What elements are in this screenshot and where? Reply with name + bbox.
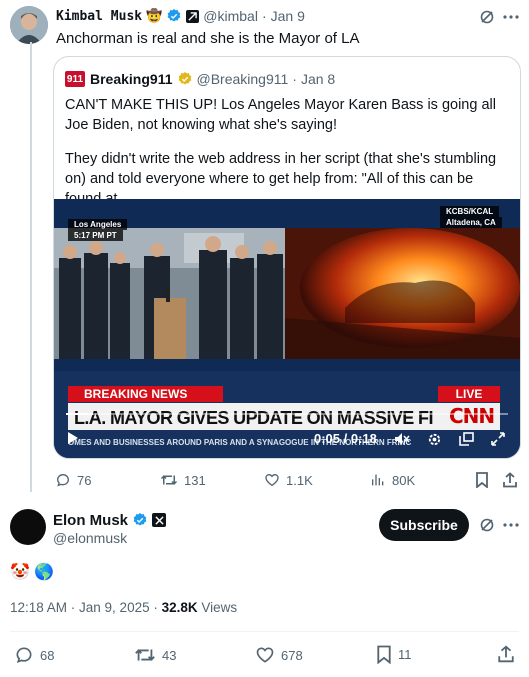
main-like-action[interactable]: 678: [255, 645, 303, 665]
breaking911-logo[interactable]: 911: [65, 71, 85, 87]
mute-icon[interactable]: [394, 431, 410, 447]
play-icon[interactable]: [66, 431, 80, 445]
views-count: 80K: [392, 472, 416, 488]
view-label: Views: [197, 600, 238, 615]
breaking-news-label: BREAKING NEWS: [68, 386, 223, 402]
main-repost-action[interactable]: 43: [134, 645, 176, 665]
quoted-tweet[interactable]: 911 Breaking911 @Breaking911 · Jan 8 CAN…: [53, 56, 521, 459]
tweet-meta: 12:18 AM · Jan 9, 2025 · 32.8K Views: [10, 600, 237, 615]
heart-icon: [265, 473, 279, 487]
kimbal-date[interactable]: Jan 9: [271, 8, 305, 24]
quote-handle[interactable]: @Breaking911: [197, 71, 289, 87]
views-icon: [372, 474, 384, 486]
main-reply-icon: [16, 647, 32, 664]
cowboy-emoji: 🤠: [146, 8, 163, 23]
main-bookmark-count: 11: [398, 647, 412, 662]
video-progress-track[interactable]: [66, 413, 508, 415]
live-label: LIVE: [438, 386, 500, 402]
main-repost-icon: [135, 649, 155, 661]
main-reply-action[interactable]: 68: [14, 645, 54, 665]
elon-verified-badge-icon: [132, 512, 148, 528]
main-bookmark-icon: [377, 645, 391, 664]
fullscreen-icon[interactable]: [490, 431, 506, 447]
grok-icon[interactable]: [478, 8, 496, 26]
reply-action[interactable]: 76: [55, 472, 91, 488]
quote-header: Breaking911 @Breaking911 · Jan 8: [90, 70, 335, 88]
repost-action[interactable]: 131: [160, 472, 206, 488]
like-action[interactable]: 1.1K: [264, 472, 313, 488]
reply-icon: [56, 473, 70, 487]
elon-avatar[interactable]: [10, 509, 46, 545]
subscribe-button[interactable]: Subscribe: [379, 509, 469, 541]
breaking911-logo-text: 911: [66, 73, 84, 85]
repost-count: 131: [184, 472, 206, 488]
separator-dot: ·: [261, 8, 267, 24]
main-like-count: 678: [281, 647, 303, 663]
video-player[interactable]: Los Angeles 5:17 PM PT KCBS/KCAL Altaden…: [54, 199, 520, 458]
elon-name[interactable]: Elon Musk: [53, 512, 128, 529]
view-count: 32.8K: [161, 600, 198, 615]
more-options-icon[interactable]: [502, 8, 520, 26]
share-icon[interactable]: [502, 472, 518, 488]
kimbal-handle[interactable]: @kimbal: [203, 8, 258, 24]
cnn-logo: CNN: [449, 404, 495, 428]
like-count: 1.1K: [286, 472, 313, 488]
settings-icon[interactable]: [426, 431, 442, 447]
main-reply-count: 68: [40, 647, 55, 663]
video-station: KCBS/KCAL: [440, 206, 500, 217]
quote-text-1: CAN'T MAKE THIS UP! Los Angeles Mayor Ka…: [65, 97, 496, 133]
more-options-icon-main[interactable]: [502, 516, 520, 534]
reply-count: 76: [77, 472, 92, 488]
elon-tweet-text: 🤡 🌎: [10, 564, 55, 581]
verified-badge-icon: [166, 8, 182, 24]
video-location-right: Altadena, CA: [440, 217, 502, 228]
elon-handle[interactable]: @elonmusk: [53, 530, 127, 546]
fire-footage-panel: [285, 228, 520, 359]
press-conference-panel: [54, 228, 285, 359]
x-affiliate-icon: [152, 513, 167, 527]
bookmark-icon[interactable]: [474, 472, 490, 488]
thread-line: [30, 42, 32, 492]
main-heart-icon: [256, 647, 274, 663]
main-share-icon[interactable]: [496, 644, 516, 664]
quote-separator-dot: ·: [292, 71, 297, 87]
divider: [10, 631, 519, 632]
kimbal-name[interactable]: Kimbal Musk: [56, 9, 142, 24]
video-headline: L.A. MAYOR GIVES UPDATE ON MASSIVE FIRES: [74, 408, 434, 428]
gold-verified-icon: [177, 71, 193, 87]
tweet-timestamp[interactable]: 12:18 AM · Jan 9, 2025 ·: [10, 600, 162, 615]
video-time: 0:05 / 0:18: [314, 431, 377, 446]
grok-icon-main[interactable]: [478, 516, 496, 534]
repost-icon: [160, 475, 178, 485]
kimbal-text: Anchorman is real and she is the Mayor o…: [56, 30, 360, 47]
video-progress-fill: [66, 413, 93, 415]
affiliate-badge-icon: [186, 9, 200, 23]
kimbal-avatar[interactable]: [10, 6, 48, 44]
views-action[interactable]: 80K: [370, 472, 415, 488]
kimbal-header: Kimbal Musk 🤠 @kimbal · Jan 9: [56, 7, 305, 25]
picture-in-picture-icon[interactable]: [458, 431, 474, 447]
kimbal-avatar-image: [10, 6, 48, 44]
video-location-left: Los Angeles: [68, 219, 128, 230]
quote-date[interactable]: Jan 8: [301, 71, 335, 87]
quote-name[interactable]: Breaking911: [90, 71, 173, 87]
elon-header: Elon Musk: [53, 511, 167, 529]
main-repost-count: 43: [162, 647, 177, 663]
main-bookmark-action[interactable]: 11: [376, 645, 412, 664]
video-time-left: 5:17 PM PT: [68, 230, 123, 241]
